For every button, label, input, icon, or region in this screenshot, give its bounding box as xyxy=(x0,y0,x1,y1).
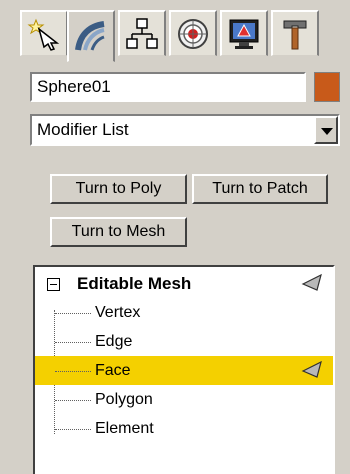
modify-icon xyxy=(75,20,105,51)
stack-item-vertex[interactable]: Vertex xyxy=(35,298,333,327)
tree-branch xyxy=(55,400,91,401)
command-panel-tabs xyxy=(20,10,340,64)
tree-branch xyxy=(55,342,91,343)
hierarchy-icon xyxy=(126,17,158,49)
stack-item-polygon[interactable]: Polygon xyxy=(35,385,333,414)
modifier-name: Editable Mesh xyxy=(77,274,192,293)
object-color-swatch[interactable] xyxy=(314,72,340,102)
tree-branch xyxy=(55,371,91,372)
tab-hierarchy[interactable] xyxy=(118,10,166,56)
object-name-row: Sphere01 xyxy=(30,72,340,102)
collapse-icon[interactable] xyxy=(47,278,60,291)
wedge-icon xyxy=(301,360,322,378)
create-icon xyxy=(27,18,60,51)
tree-branch xyxy=(55,429,91,430)
sub-object-label: Element xyxy=(95,420,154,437)
sub-object-label: Face xyxy=(95,362,131,379)
turn-to-patch-button[interactable]: Turn to Patch xyxy=(192,174,328,204)
stack-item-face[interactable]: Face xyxy=(35,356,333,385)
wedge-icon xyxy=(301,273,322,291)
sub-object-label: Edge xyxy=(95,333,133,350)
stack-item-editable-mesh[interactable]: Editable Mesh xyxy=(35,269,333,298)
modifier-stack: Editable Mesh Vertex Edge Face Polygon E… xyxy=(33,265,335,474)
object-name-field[interactable]: Sphere01 xyxy=(30,72,306,102)
modifier-list-value: Modifier List xyxy=(37,120,129,139)
tab-utilities[interactable] xyxy=(271,10,319,56)
turn-to-mesh-button[interactable]: Turn to Mesh xyxy=(50,217,187,247)
turn-to-poly-button[interactable]: Turn to Poly xyxy=(50,174,187,204)
tab-create[interactable] xyxy=(20,10,68,56)
stack-item-element[interactable]: Element xyxy=(35,414,333,443)
tree-branch xyxy=(55,313,91,314)
sub-object-label: Polygon xyxy=(95,391,153,408)
display-icon xyxy=(229,19,259,49)
utilities-icon xyxy=(283,20,307,49)
sub-object-label: Vertex xyxy=(95,304,141,321)
tab-display[interactable] xyxy=(220,10,268,56)
tab-motion[interactable] xyxy=(169,10,217,56)
modifier-list-dropdown[interactable]: Modifier List xyxy=(30,114,340,146)
stack-item-edge[interactable]: Edge xyxy=(35,327,333,356)
chevron-down-icon xyxy=(321,128,333,135)
motion-icon xyxy=(178,18,208,49)
dropdown-arrow-button[interactable] xyxy=(314,116,338,144)
tab-modify[interactable] xyxy=(67,10,115,62)
